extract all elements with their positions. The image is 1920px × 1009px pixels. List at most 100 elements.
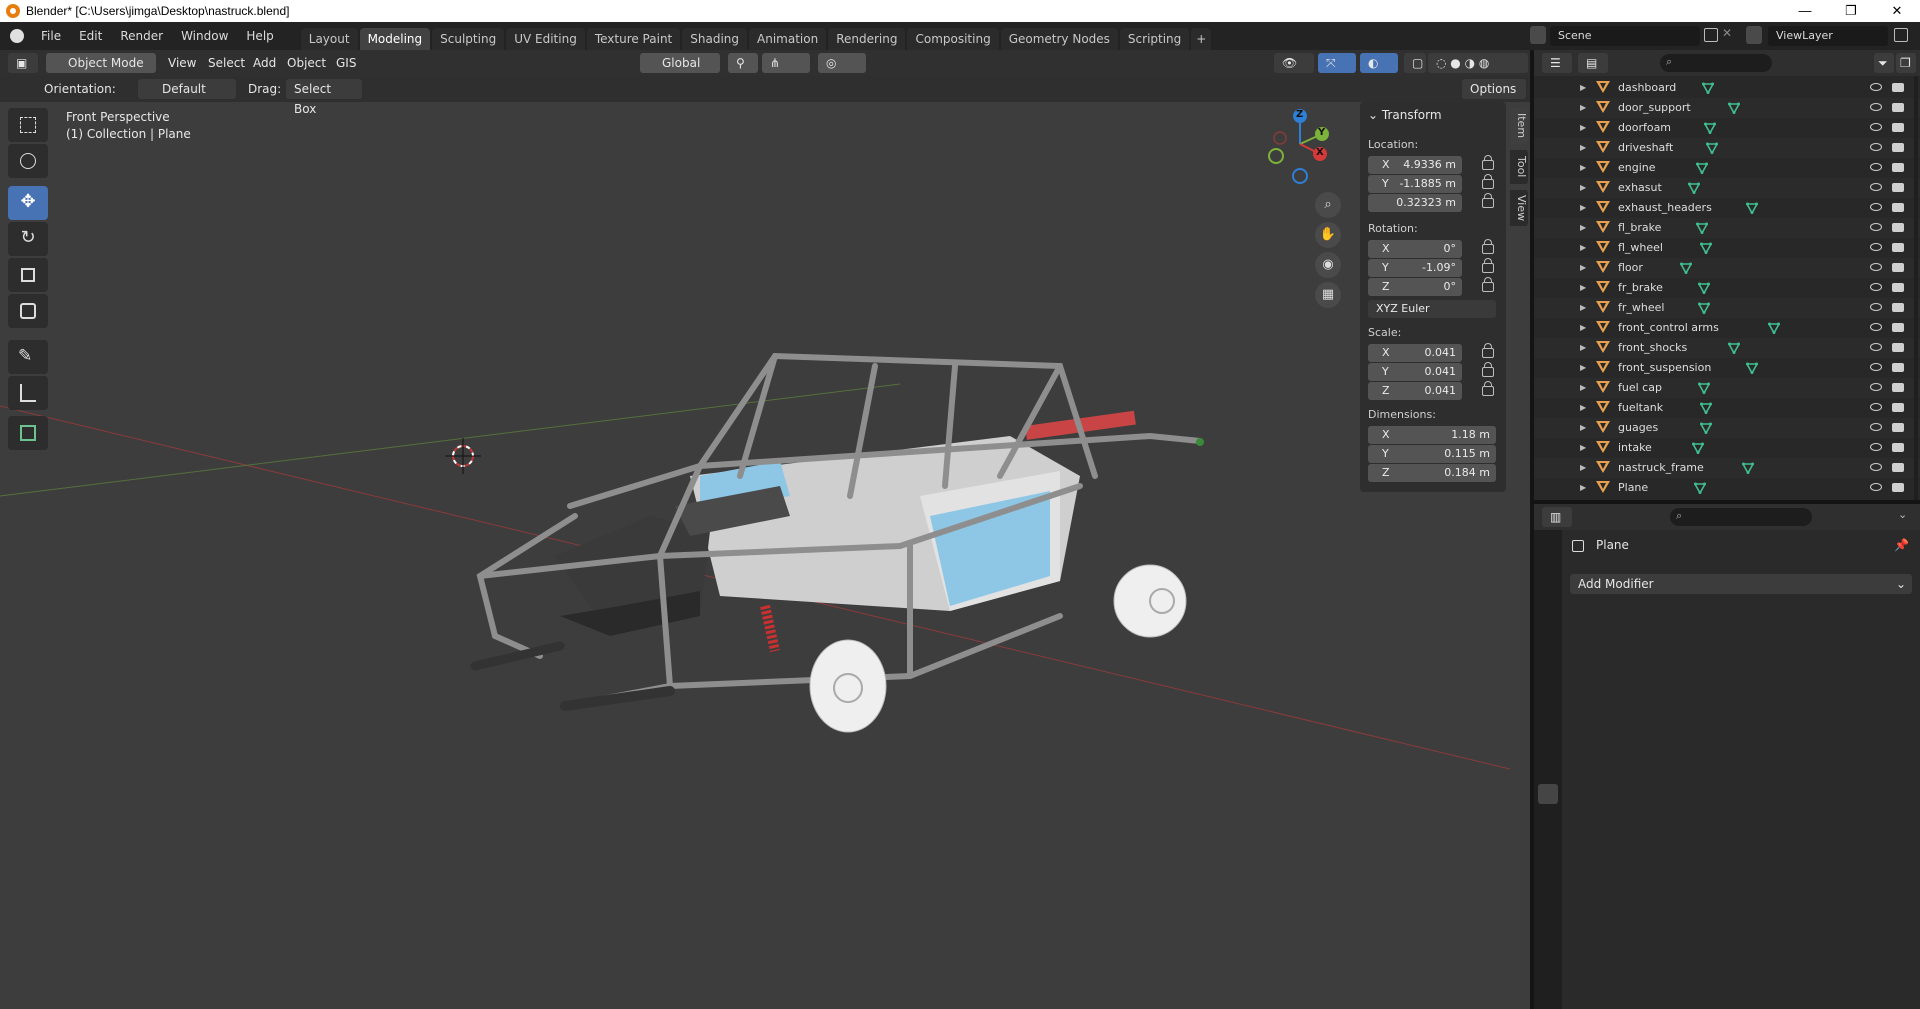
visibility-eye-icon[interactable]: [1870, 123, 1882, 131]
mesh-data-icon[interactable]: [1692, 442, 1704, 454]
3d-viewport[interactable]: Front Perspective (1) Collection | Plane…: [0, 76, 1530, 1009]
render-camera-icon[interactable]: [1892, 83, 1904, 92]
dimension-y-field[interactable]: Y 0.115 m: [1368, 445, 1496, 463]
render-camera-icon[interactable]: [1892, 343, 1904, 352]
data-properties-icon[interactable]: [1538, 896, 1558, 916]
viewlayer-name-field[interactable]: ViewLayer: [1768, 26, 1888, 46]
maximize-button[interactable]: ❐: [1828, 0, 1874, 22]
gizmo-toggle-icon[interactable]: ⤧: [1318, 53, 1356, 73]
outliner-row[interactable]: ▶ fueltank: [1534, 398, 1920, 418]
render-camera-icon[interactable]: [1892, 183, 1904, 192]
visibility-eye-icon[interactable]: [1870, 303, 1882, 311]
options-dropdown[interactable]: Options: [1462, 79, 1526, 99]
render-camera-icon[interactable]: [1892, 383, 1904, 392]
expand-arrow-icon[interactable]: ▶: [1580, 418, 1586, 438]
mesh-data-icon[interactable]: [1746, 202, 1758, 214]
tab-texture-paint[interactable]: Texture Paint: [586, 28, 681, 50]
render-camera-icon[interactable]: [1892, 163, 1904, 172]
expand-arrow-icon[interactable]: ▶: [1580, 478, 1586, 498]
mesh-data-icon[interactable]: [1702, 82, 1714, 94]
tab-animation[interactable]: Animation: [749, 28, 827, 50]
outliner-row[interactable]: ▶ front_suspension: [1534, 358, 1920, 378]
expand-arrow-icon[interactable]: ▶: [1580, 198, 1586, 218]
outliner-row[interactable]: ▶ exhaust_headers: [1534, 198, 1920, 218]
visibility-select-icon[interactable]: 👁: [1274, 53, 1314, 73]
dimension-z-field[interactable]: Z 0.184 m: [1368, 464, 1496, 482]
outliner-row[interactable]: ▶ intake: [1534, 438, 1920, 458]
location-x-field[interactable]: X 4.9336 m: [1368, 156, 1462, 174]
tab-sculpting[interactable]: Sculpting: [432, 28, 505, 50]
lock-location-z-icon[interactable]: [1482, 193, 1494, 208]
tab-scripting[interactable]: Scripting: [1119, 28, 1190, 50]
expand-arrow-icon[interactable]: ▶: [1580, 278, 1586, 298]
render-camera-icon[interactable]: [1892, 243, 1904, 252]
mesh-data-icon[interactable]: [1742, 462, 1754, 474]
outliner-row[interactable]: ▶ doorfoam: [1534, 118, 1920, 138]
visibility-eye-icon[interactable]: [1870, 483, 1882, 491]
menu-object[interactable]: Object: [287, 53, 326, 73]
outliner-row[interactable]: ▶ engine: [1534, 158, 1920, 178]
visibility-eye-icon[interactable]: [1870, 183, 1882, 191]
output-properties-icon[interactable]: [1538, 604, 1558, 624]
render-camera-icon[interactable]: [1892, 463, 1904, 472]
lock-scale-z-icon[interactable]: [1482, 381, 1494, 396]
drag-select[interactable]: Select Box: [286, 79, 362, 116]
mesh-data-icon[interactable]: [1700, 422, 1712, 434]
mesh-data-icon[interactable]: [1746, 362, 1758, 374]
pivot-point-icon[interactable]: ⚲: [728, 53, 758, 73]
outliner-row[interactable]: ▶ driveshaft: [1534, 138, 1920, 158]
menu-window[interactable]: Window: [172, 22, 237, 50]
cursor-tool-icon[interactable]: [8, 144, 48, 178]
rotation-z-field[interactable]: Z 0°: [1368, 278, 1462, 296]
particle-properties-icon[interactable]: [1538, 812, 1558, 832]
zoom-icon[interactable]: ⌕: [1315, 192, 1341, 218]
render-camera-icon[interactable]: [1892, 123, 1904, 132]
menu-file[interactable]: File: [32, 22, 70, 50]
modifier-properties-icon[interactable]: [1538, 784, 1558, 804]
visibility-eye-icon[interactable]: [1870, 83, 1882, 91]
close-button[interactable]: ✕: [1874, 0, 1920, 22]
outliner-row[interactable]: ▶ fr_wheel: [1534, 298, 1920, 318]
annotate-tool-icon[interactable]: ✎: [8, 340, 48, 374]
outliner-row[interactable]: ▶ fl_wheel: [1534, 238, 1920, 258]
visibility-eye-icon[interactable]: [1870, 143, 1882, 151]
collection-properties-icon[interactable]: [1538, 722, 1558, 742]
expand-arrow-icon[interactable]: ▶: [1580, 258, 1586, 278]
pan-hand-icon[interactable]: ✋: [1315, 222, 1341, 248]
mesh-data-icon[interactable]: [1694, 482, 1706, 494]
physics-properties-icon[interactable]: [1538, 840, 1558, 860]
delete-scene-icon[interactable]: ✕: [1722, 26, 1732, 40]
new-collection-icon[interactable]: ❐: [1896, 53, 1916, 73]
expand-arrow-icon[interactable]: ▶: [1580, 158, 1586, 178]
texture-properties-icon[interactable]: [1538, 958, 1558, 978]
mesh-data-icon[interactable]: [1706, 142, 1718, 154]
visibility-eye-icon[interactable]: [1870, 103, 1882, 111]
lock-location-y-icon[interactable]: [1482, 174, 1494, 189]
menu-select[interactable]: Select: [208, 53, 245, 73]
outliner-row[interactable]: ▶ nastruck_frame: [1534, 458, 1920, 478]
tool-properties-icon[interactable]: [1538, 540, 1558, 560]
measure-tool-icon[interactable]: [8, 376, 48, 410]
render-camera-icon[interactable]: [1892, 483, 1904, 492]
properties-options-icon[interactable]: ⌄: [1898, 508, 1907, 521]
rotate-tool-icon[interactable]: ↻: [8, 222, 48, 256]
render-camera-icon[interactable]: [1892, 203, 1904, 212]
perspective-grid-icon[interactable]: ▦: [1315, 282, 1341, 308]
transform-orientation-select[interactable]: Global: [640, 53, 720, 73]
shading-mode-icons[interactable]: ◌ ● ◑ ◍: [1428, 53, 1528, 73]
expand-arrow-icon[interactable]: ▶: [1580, 238, 1586, 258]
mesh-data-icon[interactable]: [1728, 342, 1740, 354]
outliner-row[interactable]: ▶ exhasut: [1534, 178, 1920, 198]
camera-view-icon[interactable]: ◉: [1315, 252, 1341, 278]
visibility-eye-icon[interactable]: [1870, 463, 1882, 471]
expand-arrow-icon[interactable]: ▶: [1580, 438, 1586, 458]
location-y-field[interactable]: Y -1.1885 m: [1368, 175, 1462, 193]
render-camera-icon[interactable]: [1892, 423, 1904, 432]
add-modifier-button[interactable]: Add Modifier ⌄: [1570, 574, 1912, 594]
visibility-eye-icon[interactable]: [1870, 243, 1882, 251]
mesh-data-icon[interactable]: [1768, 322, 1780, 334]
dimension-x-field[interactable]: X 1.18 m: [1368, 426, 1496, 444]
mesh-data-icon[interactable]: [1728, 102, 1740, 114]
add-workspace-icon[interactable]: +: [1191, 28, 1212, 50]
visibility-eye-icon[interactable]: [1870, 263, 1882, 271]
